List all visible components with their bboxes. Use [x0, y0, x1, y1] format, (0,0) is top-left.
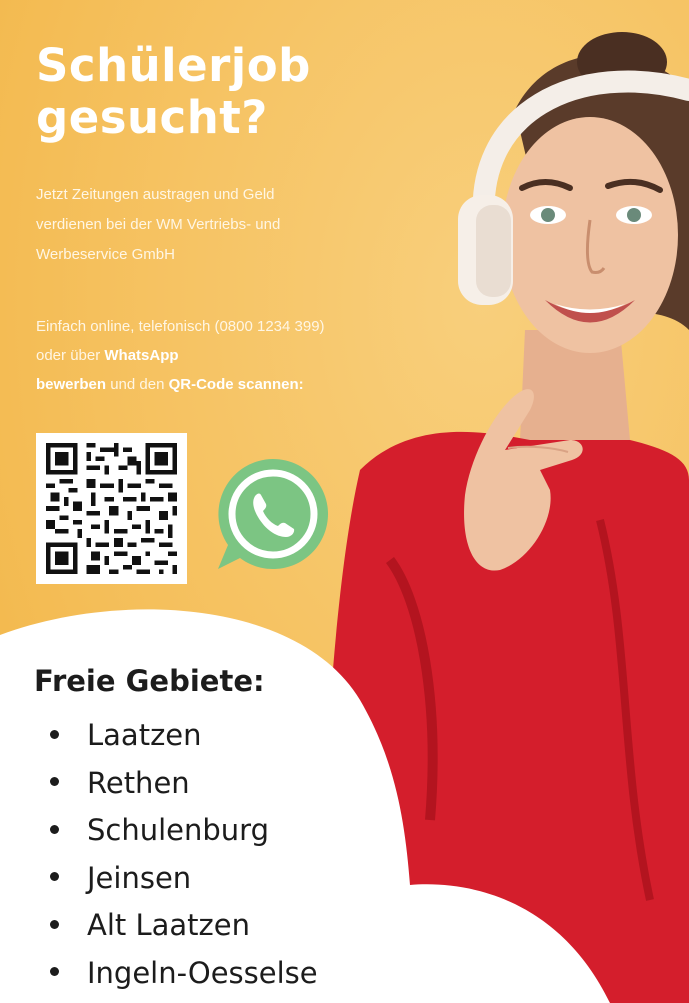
list-item: Jeinsen: [50, 855, 318, 903]
apply-line-2-prefix: oder über: [36, 347, 105, 364]
area-name: Rethen: [87, 765, 190, 800]
apply-line-2: oder über WhatsApp: [36, 341, 456, 370]
application-text: Einfach online, telefonisch (0800 1234 3…: [36, 312, 456, 399]
list-item: Rethen: [50, 760, 318, 808]
apply-line-3: bewerben und den QR-Code scannen:: [36, 370, 456, 399]
headline-line-2: gesucht?: [36, 91, 268, 144]
bullet-icon: [50, 967, 59, 976]
intro-line-2: verdienen bei der WM Vertriebs- und: [36, 216, 281, 233]
list-item: Schulenburg: [50, 807, 318, 855]
whatsapp-icon[interactable]: [212, 453, 334, 575]
area-name: Laatzen: [87, 718, 202, 752]
job-poster: Schülerjob gesucht? Jetzt Zeitungen aust…: [0, 0, 689, 1003]
intro-line-1: Jetzt Zeitungen austragen und Geld: [36, 186, 275, 203]
qr-code-icon: [46, 443, 177, 574]
apply-line-1: Einfach online, telefonisch (0800 1234 3…: [36, 318, 325, 335]
intro-line-3: Werbeservice GmbH: [36, 246, 175, 263]
area-name: Alt Laatzen: [87, 908, 250, 942]
list-item: Ingeln-Oesselse: [50, 950, 318, 998]
area-name: Ingeln-Oesselse: [87, 955, 318, 990]
qr-code[interactable]: [36, 433, 187, 584]
area-name: Jeinsen: [87, 860, 192, 895]
intro-text: Jetzt Zeitungen austragen und Geld verdi…: [36, 180, 436, 270]
bullet-icon: [50, 729, 59, 739]
qr-scan-label: QR-Code scannen:: [168, 376, 304, 393]
headline-line-1: Schülerjob: [36, 39, 311, 92]
whatsapp-label: WhatsApp: [104, 347, 179, 364]
apply-label: bewerben: [36, 376, 107, 393]
area-name: Schulenburg: [87, 813, 270, 847]
free-areas-list: Laatzen Rethen Schulenburg Jeinsen Alt L…: [50, 712, 318, 997]
bullet-icon: [50, 824, 59, 834]
apply-line-3-middle: und den: [106, 376, 169, 393]
bullet-icon: [50, 872, 59, 881]
bullet-icon: [50, 777, 59, 786]
free-areas-title: Freie Gebiete:: [34, 664, 265, 698]
list-item: Alt Laatzen: [50, 902, 318, 950]
list-item: Laatzen: [50, 712, 318, 760]
headline: Schülerjob gesucht?: [36, 40, 311, 144]
bullet-icon: [50, 919, 59, 929]
